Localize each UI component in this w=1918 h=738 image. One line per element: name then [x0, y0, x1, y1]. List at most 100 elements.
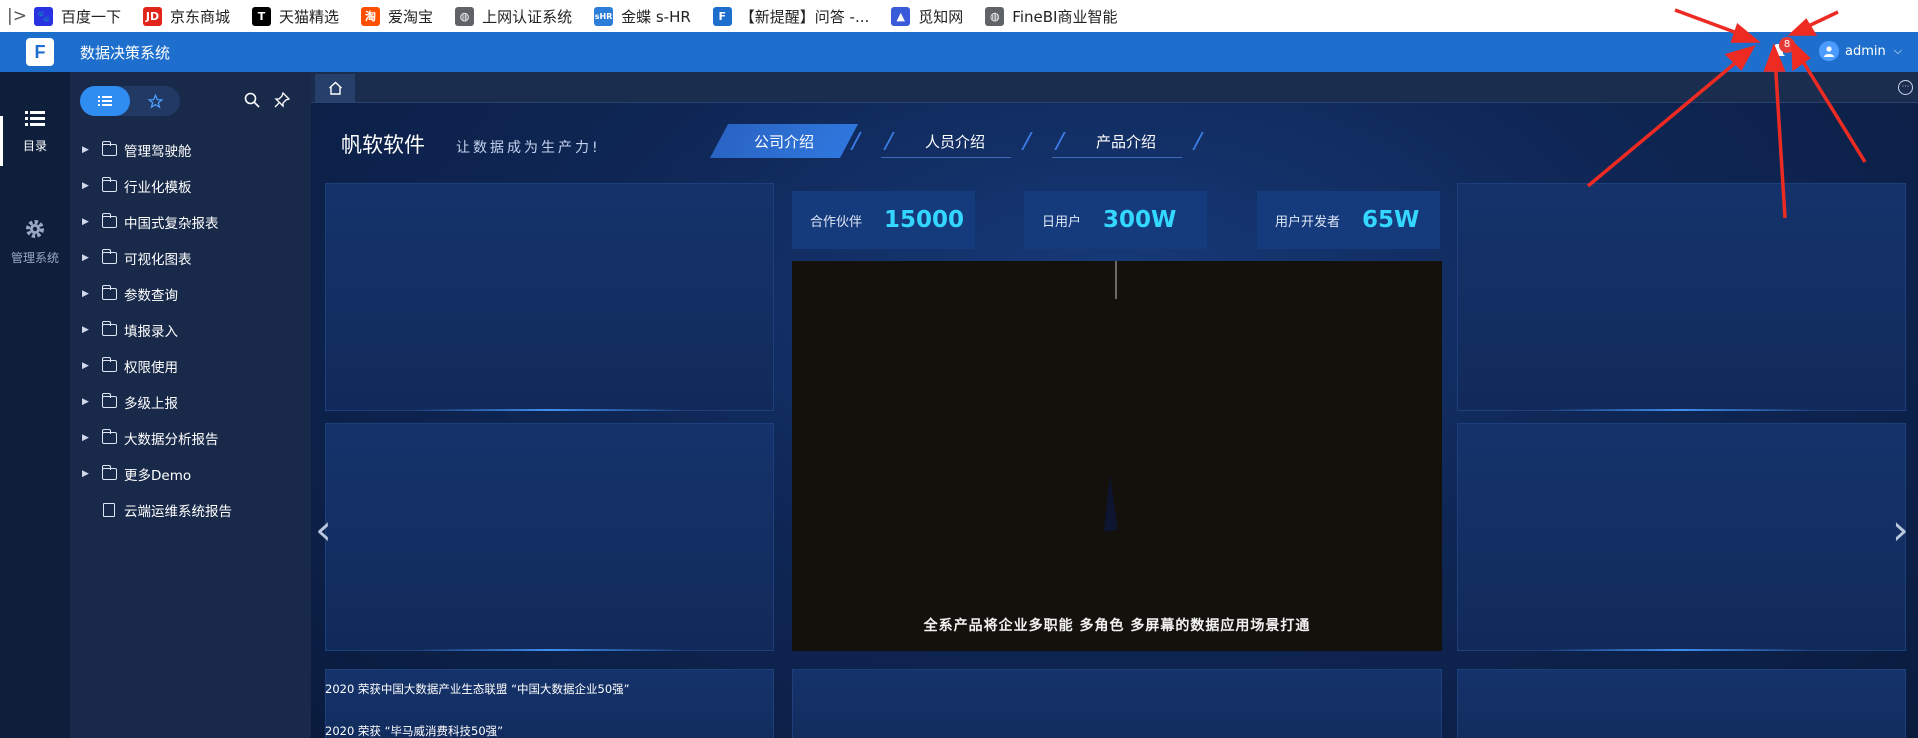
app-header: F 数据决策系统 8 admin ⌵ [0, 32, 1918, 72]
gear-icon [26, 220, 44, 238]
search-icon[interactable] [244, 92, 260, 108]
tree-item-label: 管理驾驶舱 [124, 144, 192, 160]
folder-icon [101, 249, 117, 264]
caret-right-icon[interactable]: ▶ [82, 397, 96, 407]
carousel-prev-icon[interactable]: ‹ [315, 505, 332, 554]
tree-item[interactable]: ▶ 行业化模板 [82, 168, 192, 204]
caret-right-icon[interactable]: ▶ [82, 325, 96, 335]
tree-item[interactable]: ▶ 多级上报 [82, 384, 178, 420]
tree-item-label: 可视化图表 [124, 252, 192, 268]
brand-slogan: 让数据成为生产力! [456, 140, 601, 156]
stat-daily-users: 日用户 300W [1024, 191, 1207, 249]
pin-icon[interactable] [274, 92, 290, 108]
bookmark-label: 天猫精选 [279, 7, 340, 26]
rail-admin-label: 管理系统 [10, 251, 59, 265]
tab-product-intro[interactable]: 产品介绍 [1051, 124, 1204, 158]
bookmark-label: 觅知网 [918, 7, 964, 26]
bookmark-item[interactable]: ◍ FineBI商业智能 [985, 6, 1117, 27]
list-icon [25, 111, 45, 126]
app-logo: F [26, 38, 54, 66]
user-icon [1824, 46, 1834, 57]
bookmark-item[interactable]: T 天猫精选 [252, 6, 339, 27]
video-caption: 全系产品将企业多职能 多角色 多屏幕的数据应用场景打通 [923, 618, 1311, 634]
caret-right-icon[interactable]: ▶ [82, 361, 96, 371]
caret-right-icon[interactable]: ▶ [82, 253, 96, 263]
tree-item[interactable]: ▶ 可视化图表 [82, 240, 192, 276]
jd-icon: JD [143, 6, 163, 26]
bookmark-label: 【新提醒】问答 -... [739, 7, 870, 26]
panel-mid-right [1457, 423, 1906, 651]
bookmarks-bar: |> 🐾 百度一下 JD 京东商城 T 天猫精选 淘爱淘宝 ◍ 上网认证系统 sHR 金蝶 s-HR… [0, 0, 1918, 32]
tree-item[interactable]: ▶ 中国式复杂报表 [82, 204, 219, 240]
bookmark-label: 上网认证系统 [482, 7, 573, 26]
panel-bottom-right [1457, 669, 1906, 738]
list-icon [98, 96, 112, 106]
tree-item-label: 大数据分析报告 [124, 432, 219, 448]
caret-right-icon[interactable]: ▶ [82, 469, 96, 479]
tree-item[interactable]: ▶ 参数查询 [82, 276, 178, 312]
bookmark-item[interactable]: 🐾 百度一下 [34, 6, 121, 27]
bookmark-item[interactable]: 淘爱淘宝 [361, 6, 433, 27]
globe-icon: ◍ [455, 6, 475, 26]
folder-icon [101, 393, 117, 408]
folder-icon [101, 321, 117, 336]
bookmark-item[interactable]: ▲ 觅知网 [891, 6, 963, 27]
bookmark-item[interactable]: JD 京东商城 [143, 6, 230, 27]
news-item: 2020 荣获中国大数据产业生态联盟 “中国大数据企业50强” [325, 682, 630, 696]
folder-icon [101, 177, 117, 192]
more-options-icon[interactable]: ··· [1898, 80, 1913, 95]
directory-panel: ▶ 管理驾驶舱 ▶ 行业化模板 ▶ 中国式复杂报表 ▶ 可视化图表 ▶ 参数查询 ▶ 填报录入 ▶ 权限使… [70, 72, 311, 738]
tab-company-intro[interactable]: 公司介绍 [709, 124, 862, 158]
directory-view-toggle [80, 86, 180, 116]
star-icon [147, 93, 163, 109]
bookmark-label: 爱淘宝 [388, 7, 434, 26]
home-icon [328, 81, 342, 95]
news-item: 2020 荣获 “毕马威消费科技50强” [325, 724, 504, 738]
user-menu[interactable]: admin ⌵ [1819, 41, 1902, 61]
folder-icon [101, 141, 117, 156]
folder-icon [101, 213, 117, 228]
tree-item-label: 权限使用 [124, 360, 178, 376]
notification-badge: 8 [1779, 37, 1795, 53]
kingdee-shr-icon: sHR [594, 6, 614, 26]
avatar [1819, 41, 1839, 61]
tab-home[interactable] [315, 74, 355, 102]
bookmark-label: FineBI商业智能 [1012, 7, 1118, 26]
stat-developers: 用户开发者 65W [1257, 191, 1440, 249]
bookmark-item[interactable]: ◍ 上网认证系统 [455, 6, 572, 27]
tmall-icon: T [252, 6, 272, 26]
tree-item[interactable]: ▶ 管理驾驶舱 [82, 132, 192, 168]
tree-item-label: 参数查询 [124, 288, 178, 304]
tree-item[interactable]: ▶ 填报录入 [82, 312, 178, 348]
carousel-next-icon[interactable]: › [1892, 505, 1909, 554]
tree-item[interactable]: ▶ 大数据分析报告 [82, 420, 219, 456]
tree-item-label: 更多Demo [124, 468, 192, 484]
tab-favorites[interactable] [130, 86, 180, 116]
bookmark-item[interactable]: F 【新提醒】问答 -... [712, 6, 870, 27]
bookmark-item[interactable]: sHR 金蝶 s-HR [594, 6, 691, 27]
rail-item-admin[interactable]: 管理系统 [0, 218, 70, 266]
dashboard: 帆软软件 让数据成为生产力! 公司介绍 人员介绍 产品介绍 合作伙伴 15000… [311, 103, 1918, 738]
tree-item[interactable]: 云端运维系统报告 [82, 492, 232, 528]
rail-item-directory[interactable]: 目录 [0, 110, 70, 154]
report-file-icon [103, 503, 115, 517]
tree-item-label: 行业化模板 [124, 180, 192, 196]
folder-icon [101, 429, 117, 444]
tree-item[interactable]: ▶ 权限使用 [82, 348, 178, 384]
panel-top-right [1457, 183, 1906, 411]
bookmark-label: 京东商城 [170, 7, 231, 26]
sidebar-toggle-icon[interactable]: |> [0, 0, 34, 32]
folder-icon [101, 357, 117, 372]
caret-right-icon[interactable]: ▶ [82, 217, 96, 227]
intro-video[interactable]: 全系产品将企业多职能 多角色 多屏幕的数据应用场景打通 [792, 261, 1442, 651]
caret-right-icon[interactable]: ▶ [82, 433, 96, 443]
taobao-icon: 淘 [361, 6, 381, 26]
caret-right-icon[interactable]: ▶ [82, 145, 96, 155]
tab-staff-intro[interactable]: 人员介绍 [880, 124, 1033, 158]
caret-right-icon[interactable]: ▶ [82, 181, 96, 191]
globe-icon: ◍ [985, 6, 1005, 26]
caret-right-icon[interactable]: ▶ [82, 289, 96, 299]
tree-item-label: 多级上报 [124, 396, 178, 412]
tree-item[interactable]: ▶ 更多Demo [82, 456, 191, 492]
tab-directory-list[interactable] [80, 86, 130, 116]
